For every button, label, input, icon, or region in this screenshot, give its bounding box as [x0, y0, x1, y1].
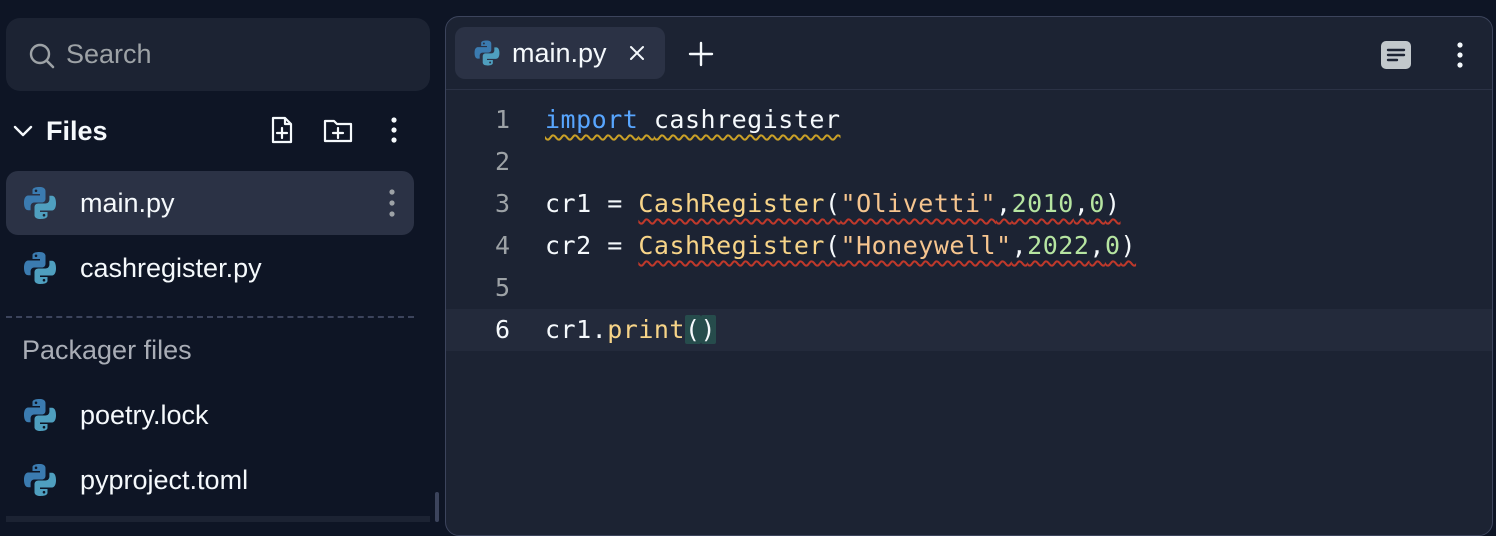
packager-files-title: Packager files	[22, 335, 192, 365]
token-var: cr1	[545, 189, 592, 218]
code-area[interactable]: 1 import cashregister 2 3 cr1 = CashRegi…	[446, 99, 1492, 351]
line-number: 1	[494, 105, 510, 134]
file-more-button[interactable]	[380, 185, 404, 221]
file-item-cashregister-py[interactable]: cashregister.py	[6, 236, 414, 300]
files-more-button[interactable]	[378, 114, 410, 146]
tab-main-py[interactable]: main.py	[455, 27, 665, 79]
code-line[interactable]: 4 cr2 = CashRegister("Honeywell",2022,0)	[446, 225, 1492, 267]
token-paren: (	[824, 189, 841, 218]
python-icon	[24, 399, 56, 431]
token-keyword: import	[545, 105, 639, 134]
python-icon	[474, 40, 500, 66]
line-number: 3	[494, 189, 510, 218]
chevron-down-icon[interactable]	[12, 120, 34, 142]
token-dot: .	[591, 315, 608, 344]
file-name: poetry.lock	[80, 400, 209, 430]
token-paren: )	[1104, 189, 1121, 218]
close-icon[interactable]	[627, 43, 647, 63]
token-var: cr1	[545, 315, 592, 344]
line-number: 2	[494, 147, 510, 176]
files-title: Files	[46, 116, 108, 146]
token-class: CashRegister	[638, 231, 825, 260]
token-op: =	[607, 231, 623, 260]
new-folder-icon	[323, 119, 353, 143]
token-comma: ,	[1073, 189, 1090, 218]
python-icon	[24, 464, 56, 496]
tab-label: main.py	[512, 38, 607, 68]
code-line[interactable]: 3 cr1 = CashRegister("Olivetti",2010,0)	[446, 183, 1492, 225]
token-number: 2022	[1027, 231, 1090, 260]
token-comma: ,	[1089, 231, 1105, 260]
token-number: 0	[1104, 231, 1121, 260]
token-number: 2010	[1011, 189, 1074, 218]
layout-icon	[1381, 41, 1411, 69]
python-icon	[24, 187, 56, 219]
line-code: cr1 = CashRegister("Olivetti",2010,0)	[545, 187, 1121, 221]
token-module: cashregister	[653, 105, 841, 134]
file-name: main.py	[80, 188, 175, 218]
matched-bracket: (	[684, 315, 701, 344]
token-paren: )	[1120, 231, 1137, 260]
file-item-poetry-lock[interactable]: poetry.lock	[6, 383, 414, 447]
layout-button[interactable]	[1380, 39, 1412, 71]
token-function: print	[607, 315, 685, 344]
add-tab-icon[interactable]	[688, 41, 714, 67]
section-divider	[6, 316, 414, 318]
token-op: =	[607, 189, 623, 218]
line-number: 4	[494, 231, 510, 260]
file-sidebar: Search Files main.py cashregister.py Pac…	[0, 0, 440, 522]
token-class: CashRegister	[638, 189, 825, 218]
line-number: 5	[494, 273, 510, 302]
more-vertical-icon	[1457, 42, 1463, 68]
sidebar-scrollbar[interactable]	[435, 492, 439, 522]
code-line[interactable]: 5	[446, 267, 1492, 309]
file-name: cashregister.py	[80, 253, 262, 283]
search-box[interactable]: Search	[6, 18, 430, 91]
python-icon	[24, 252, 56, 284]
editor-more-button[interactable]	[1444, 39, 1476, 71]
search-icon	[29, 43, 55, 69]
code-line-current[interactable]: 6 cr1.print()	[446, 309, 1492, 351]
search-placeholder: Search	[66, 39, 152, 69]
editor-tab-bar: main.py	[446, 17, 1492, 90]
file-item-main-py[interactable]: main.py	[6, 171, 414, 235]
token-comma: ,	[1011, 231, 1028, 260]
more-vertical-icon	[391, 117, 397, 143]
sidebar-bottom-edge	[6, 516, 430, 522]
line-code: import cashregister	[545, 103, 841, 137]
token-number: 0	[1089, 189, 1105, 218]
code-line[interactable]: 2	[446, 141, 1492, 183]
code-line[interactable]: 1 import cashregister	[446, 99, 1492, 141]
token-var: cr2	[545, 231, 592, 260]
new-file-icon	[271, 116, 293, 144]
more-vertical-icon	[389, 189, 395, 217]
line-code: cr2 = CashRegister("Honeywell",2022,0)	[545, 229, 1136, 263]
line-code: cr1.print()	[545, 313, 717, 347]
file-item-pyproject-toml[interactable]: pyproject.toml	[6, 448, 414, 512]
line-number: 6	[494, 315, 510, 344]
token-paren: (	[824, 231, 841, 260]
matched-bracket: )	[700, 315, 717, 344]
token-comma: ,	[996, 189, 1012, 218]
files-header: Files	[0, 110, 430, 154]
file-name: pyproject.toml	[80, 465, 249, 495]
code-editor-pane: main.py 1 import cashregister 2 3 cr1 = …	[445, 16, 1493, 536]
new-folder-button[interactable]	[322, 114, 354, 146]
token-string: "Honeywell"	[840, 231, 1012, 260]
token-string: "Olivetti"	[840, 189, 997, 218]
new-file-button[interactable]	[266, 114, 298, 146]
